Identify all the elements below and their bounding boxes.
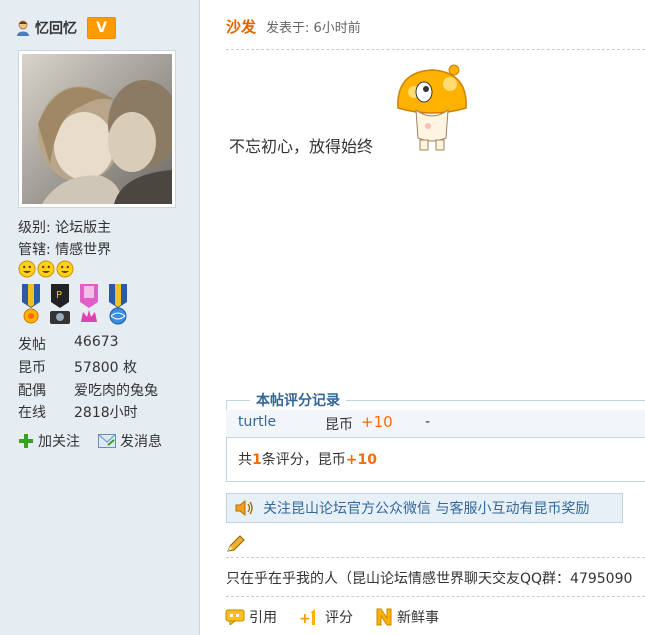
rank-icons	[18, 260, 74, 278]
post-content: 不忘初心，放得始终	[229, 137, 374, 156]
globe-medal-icon[interactable]	[105, 284, 131, 326]
floor-label[interactable]: 沙发	[226, 16, 256, 37]
stat-label: 配偶	[18, 383, 46, 399]
stat-spouse: 配偶 爱吃肉的兔兔	[18, 380, 158, 400]
post-time: 发表于: 6小时前	[266, 21, 361, 36]
stat-value: 爱吃肉的兔兔	[74, 383, 158, 399]
rating-row-bg	[226, 410, 645, 438]
speaker-icon	[235, 500, 253, 516]
stat-label: 昆币	[18, 360, 46, 376]
smiley-icon	[56, 260, 74, 278]
n-icon	[376, 608, 392, 626]
profile-actions: 加关注 发消息	[18, 431, 180, 451]
notice-text: 关注昆山论坛官方公众微信 与客服小互动有昆币奖励	[263, 501, 590, 517]
summary-count: 1	[252, 452, 262, 468]
avatar-image	[22, 54, 172, 204]
svg-text:P: P	[56, 290, 62, 301]
follow-button[interactable]: 加关注	[18, 431, 80, 451]
rating-reason: -	[425, 414, 431, 430]
quote-button[interactable]: 引用	[225, 607, 277, 627]
post-actions: 引用 + 评分 新鲜事	[225, 607, 461, 627]
stat-online: 在线 2818小时	[18, 402, 138, 422]
post-header: 沙发 发表于: 6小时前	[226, 16, 361, 37]
message-button[interactable]: 发消息	[98, 431, 162, 451]
rating-summary: 共1条评分，昆币+10	[238, 449, 377, 469]
rate-button[interactable]: + 评分	[299, 607, 353, 627]
user-icon	[17, 20, 29, 36]
notice-bar[interactable]: 关注昆山论坛官方公众微信 与客服小互动有昆币奖励	[226, 493, 623, 523]
summary-mid: 条评分，昆币	[261, 452, 346, 468]
stat-coins: 昆币 57800 枚	[18, 357, 137, 377]
pencil-icon	[227, 535, 245, 552]
stat-posts: 发帖 46673	[18, 334, 119, 354]
envelope-icon	[98, 434, 116, 448]
divider	[226, 557, 645, 558]
smiley-icon	[37, 260, 55, 278]
medal-list: P	[18, 284, 131, 326]
follow-label: 加关注	[38, 434, 80, 450]
plus-icon	[19, 434, 33, 448]
user-level: 级别: 论坛版主	[18, 220, 112, 236]
username-row: 忆回忆 V	[16, 16, 116, 40]
svg-text:+: +	[299, 611, 311, 626]
divider	[226, 596, 645, 597]
stat-value: 46673	[74, 334, 119, 350]
vip-badge: V	[87, 17, 116, 39]
author-sidebar: 忆回忆 V 级别: 论坛版主 管辖: 情感世界 P 发帖 46673 昆币 57…	[0, 0, 200, 635]
username-link[interactable]: 忆回忆	[35, 18, 77, 38]
stat-label: 发帖	[18, 337, 46, 353]
fresh-button[interactable]: 新鲜事	[375, 607, 439, 627]
rating-user[interactable]: turtle	[238, 414, 276, 430]
plus-one-icon: +	[299, 609, 315, 626]
stat-value: 2818小时	[74, 405, 138, 421]
avatar[interactable]	[18, 50, 176, 208]
signature: 只在乎在乎我的人（昆山论坛情感世界聊天交友QQ群：4795090	[226, 571, 633, 587]
quote-label: 引用	[249, 610, 277, 626]
summary-total: +10	[345, 452, 377, 468]
divider	[226, 49, 645, 50]
rating-amount: +10	[361, 413, 393, 431]
smiley-icon	[18, 260, 36, 278]
rate-label: 评分	[325, 610, 353, 626]
rating-title: 本帖评分记录	[250, 390, 346, 410]
user-manage: 管辖: 情感世界	[18, 242, 112, 258]
crown-medal-icon[interactable]	[76, 284, 102, 326]
rating-currency: 昆币	[325, 417, 353, 433]
stat-label: 在线	[18, 405, 46, 421]
quote-icon	[225, 609, 245, 625]
message-label: 发消息	[120, 434, 162, 450]
sun-medal-icon[interactable]	[18, 284, 44, 326]
fresh-label: 新鲜事	[397, 610, 439, 626]
camera-medal-icon[interactable]: P	[47, 284, 73, 326]
mushroom-emoticon	[397, 64, 467, 151]
summary-prefix: 共	[238, 452, 252, 468]
stat-value: 57800 枚	[74, 360, 137, 376]
